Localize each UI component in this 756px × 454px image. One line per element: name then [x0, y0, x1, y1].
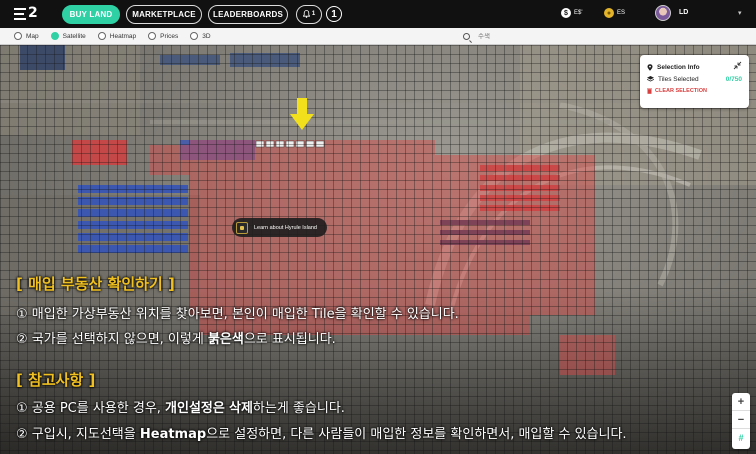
view-mode-3d[interactable]: 3D — [190, 32, 211, 40]
annotation-line-1: ① 매입한 가상부동산 위치를 찾아보면, 본인이 매입한 Tile을 확인할 … — [16, 307, 459, 322]
locate-grid-button[interactable]: # — [732, 429, 750, 447]
avatar[interactable] — [655, 5, 671, 21]
layers-icon — [647, 76, 654, 82]
map-search — [457, 30, 756, 43]
annotation-line-3: ① 공용 PC를 사용한 경우, 개인설정은 삭제하는게 좋습니다. — [16, 401, 345, 416]
zoom-control: + − # — [732, 393, 750, 449]
clear-selection-button[interactable]: CLEAR SELECTION — [647, 85, 742, 97]
dollar-coin-icon: $ — [561, 8, 571, 18]
view-mode-satellite[interactable]: Satellite — [50, 32, 86, 40]
map-tooltip[interactable]: Learn about Hyrule Island — [232, 218, 327, 237]
username[interactable]: LD — [679, 9, 688, 16]
view-mode-label: Prices — [160, 32, 179, 40]
notification-count: 1 — [311, 11, 316, 17]
chevron-down-icon[interactable]: ▾ — [738, 9, 742, 17]
clear-selection-label: CLEAR SELECTION — [655, 88, 707, 94]
radio-selected-icon — [50, 32, 59, 40]
marketplace-button[interactable]: MARKETPLACE — [126, 4, 202, 24]
zoom-in-button[interactable]: + — [732, 393, 750, 411]
view-mode-label: 3D — [202, 32, 211, 40]
radio-icon — [190, 32, 199, 40]
annotation-line-4: ② 구입시, 지도선택을 Heatmap으로 설정하면, 다른 사람들이 매입한… — [16, 427, 627, 442]
annotation-line-2: ② 국가를 선택하지 않으면, 이렇게 붉은색으로 표시됩니다. — [16, 332, 336, 347]
annotation-heading-1: [ 매입 부동산 확인하기 ] — [16, 275, 175, 293]
app-root: 2 BUY LAND MARKETPLACE LEADERBOARDS 1 1 … — [0, 0, 756, 454]
bell-icon — [302, 10, 310, 18]
step-marker-badge: 1 — [326, 6, 342, 22]
zoom-out-button[interactable]: − — [732, 411, 750, 429]
view-mode-heatmap[interactable]: Heatmap — [97, 32, 137, 40]
buy-land-button[interactable]: BUY LAND — [62, 4, 120, 24]
tiles-selected-count: 0/750 — [725, 75, 742, 83]
primary-balance[interactable]: $ E$' — [561, 8, 582, 18]
trash-icon — [647, 88, 652, 94]
tooltip-text: Learn about Hyrule Island — [254, 224, 317, 231]
search-input[interactable] — [478, 33, 678, 40]
radio-icon — [97, 32, 106, 40]
selection-info-title: Selection Info — [657, 63, 700, 71]
gold-coin-icon: ● — [604, 8, 614, 18]
e2-logo[interactable]: 2 — [8, 0, 44, 28]
view-mode-label: Map — [26, 32, 39, 40]
view-mode-map[interactable]: Map — [14, 32, 39, 40]
leaderboards-button[interactable]: LEADERBOARDS — [208, 4, 288, 24]
radio-icon — [14, 32, 22, 40]
selection-info-panel: Selection Info Tiles Selected 0/750 CLEA… — [640, 55, 749, 108]
location-pin-icon — [647, 63, 653, 71]
radio-icon — [148, 32, 157, 40]
island-icon — [236, 221, 248, 234]
notifications-button[interactable]: 1 — [296, 4, 322, 24]
secondary-balance[interactable]: ● ES — [604, 8, 625, 18]
view-mode-prices[interactable]: Prices — [148, 32, 178, 40]
primary-balance-value: E$' — [574, 10, 583, 16]
tiles-selected-label: Tiles Selected — [658, 75, 699, 83]
annotation-heading-2: [ 참고사항 ] — [16, 371, 96, 389]
collapse-icon[interactable] — [733, 61, 742, 70]
secondary-balance-value: ES — [617, 10, 626, 16]
logo-text: 2 — [28, 5, 38, 21]
view-mode-label: Heatmap — [109, 32, 137, 40]
top-navigation-bar: 2 BUY LAND MARKETPLACE LEADERBOARDS 1 1 … — [0, 0, 756, 28]
search-icon — [463, 33, 470, 40]
view-mode-label: Satellite — [62, 32, 86, 40]
arrow-down-icon — [290, 98, 314, 130]
